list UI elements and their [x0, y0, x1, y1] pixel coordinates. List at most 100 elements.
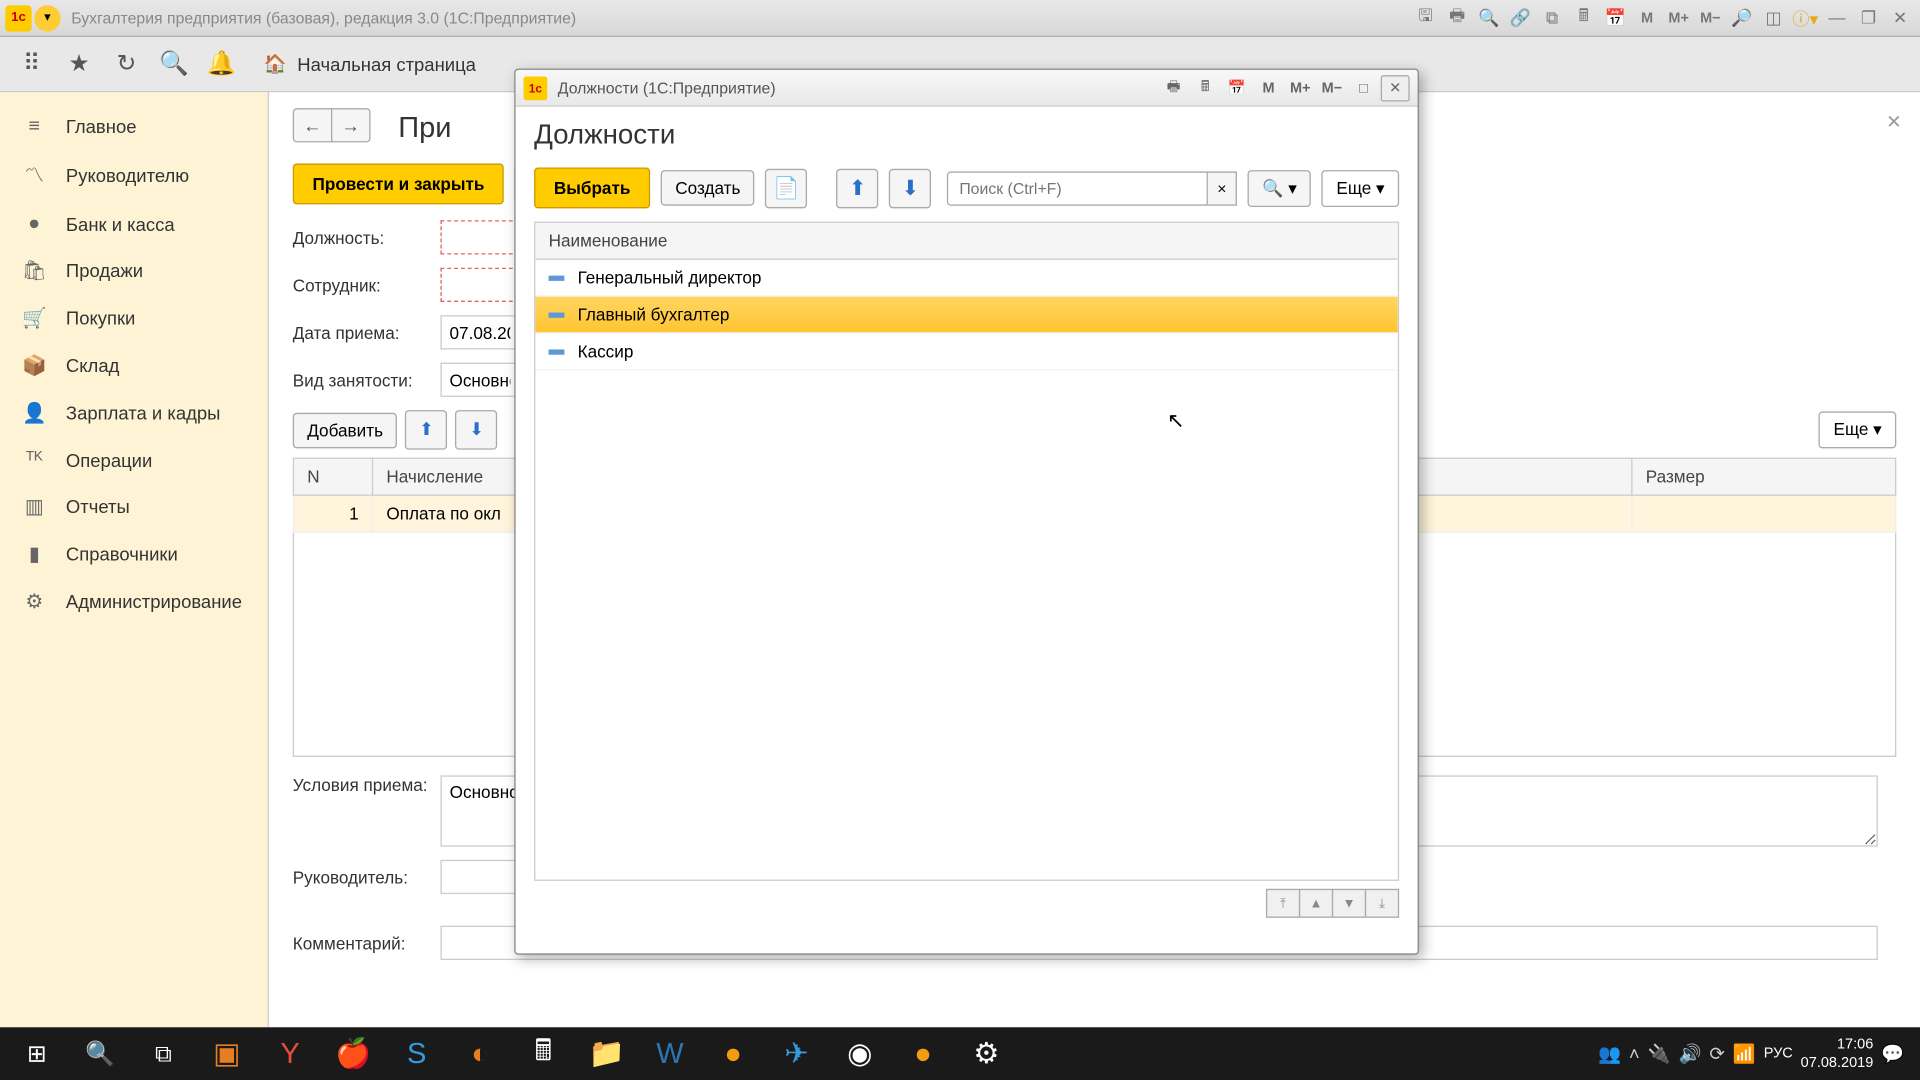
dialog-m[interactable]: M [1254, 75, 1283, 101]
apps-grid-icon[interactable]: ⠿ [11, 43, 53, 85]
employee-input[interactable] [440, 268, 519, 302]
sidebar-item-warehouse[interactable]: 📦Склад [0, 342, 268, 389]
add-button[interactable]: Добавить [293, 412, 398, 448]
list-item[interactable]: Главный бухгалтер [535, 297, 1397, 334]
dialog-calc-icon[interactable]: 🖩 [1191, 75, 1220, 101]
nav-forward-button[interactable]: → [331, 108, 371, 142]
search-input[interactable] [947, 171, 1208, 205]
start-button[interactable]: ⊞ [5, 1027, 68, 1080]
list-down-button[interactable]: ⬇ [889, 168, 931, 208]
dialog-close-icon[interactable]: ✕ [1381, 75, 1410, 101]
app-1c-orange-icon[interactable]: ● [702, 1027, 765, 1080]
save-icon[interactable]: 🖫 [1411, 3, 1440, 32]
close-tab-icon[interactable]: ✕ [1886, 111, 1901, 133]
app-chrome-icon[interactable]: ◉ [828, 1027, 891, 1080]
dialog-cal-icon[interactable]: 📅 [1222, 75, 1251, 101]
bars-icon: ▥ [21, 495, 47, 519]
save-close-button[interactable]: Провести и закрыть [293, 164, 504, 205]
nav-last-button[interactable]: ⤓ [1365, 889, 1399, 918]
search-clear-button[interactable]: × [1208, 171, 1237, 205]
app-firefox-icon[interactable]: ◐ [448, 1027, 511, 1080]
search-task-icon[interactable]: 🔍 [69, 1027, 132, 1080]
window-titlebar: 1c ▾ Бухгалтерия предприятия (базовая), … [0, 0, 1920, 37]
tray-wifi-icon[interactable]: 📶 [1733, 1042, 1756, 1064]
print-icon[interactable]: 🖶 [1443, 3, 1472, 32]
link-icon[interactable]: 🔗 [1506, 3, 1535, 32]
sidebar-item-reports[interactable]: ▥Отчеты [0, 483, 268, 530]
tray-notifications-icon[interactable]: 💬 [1881, 1042, 1904, 1064]
search-icon[interactable]: 🔍 [153, 43, 195, 85]
sidebar-item-sales[interactable]: 🛍Продажи [0, 247, 268, 294]
preview-icon[interactable]: 🔍 [1474, 3, 1503, 32]
tray-up-icon[interactable]: ˄ [1629, 1043, 1640, 1064]
nav-first-button[interactable]: ⤒ [1266, 889, 1300, 918]
sidebar-item-bank[interactable]: ●Банк и касса [0, 200, 268, 246]
calendar-icon[interactable]: 📅 [1601, 3, 1630, 32]
close-icon[interactable]: ✕ [1886, 3, 1915, 32]
tray-volume-icon[interactable]: 🔊 [1679, 1042, 1702, 1064]
minimize-icon[interactable]: — [1822, 3, 1851, 32]
tray-clock[interactable]: 17:06 07.08.2019 [1801, 1035, 1874, 1073]
favorite-icon[interactable]: ★ [58, 43, 100, 85]
tray-lang[interactable]: РУС [1764, 1046, 1793, 1062]
dialog-mplus[interactable]: M+ [1286, 75, 1315, 101]
calc-icon[interactable]: 🖩 [1569, 3, 1598, 32]
panels-icon[interactable]: ◫ [1759, 3, 1788, 32]
emptype-input[interactable] [440, 363, 519, 397]
select-button[interactable]: Выбрать [534, 167, 650, 208]
app-word-icon[interactable]: W [638, 1027, 701, 1080]
app-explorer-icon[interactable]: 📁 [575, 1027, 638, 1080]
positions-list: Наименование Генеральный директор Главны… [534, 222, 1399, 881]
maximize-icon[interactable]: ❐ [1854, 3, 1883, 32]
people-icon[interactable]: 👥 [1598, 1042, 1621, 1064]
date-input[interactable] [440, 315, 519, 349]
app-calc-icon[interactable]: 🖩 [512, 1027, 575, 1080]
copy-button[interactable]: 📄 [765, 168, 807, 208]
m-icon[interactable]: M [1633, 3, 1662, 32]
sidebar-item-operations[interactable]: ᵀᴷОперации [0, 436, 268, 482]
dialog-print-icon[interactable]: 🖶 [1159, 75, 1188, 101]
notifications-icon[interactable]: 🔔 [200, 43, 242, 85]
compare-icon[interactable]: ⧉ [1538, 3, 1567, 32]
app-telegram-icon[interactable]: ✈ [765, 1027, 828, 1080]
sidebar-item-manager[interactable]: 〽Руководителю [0, 149, 268, 200]
breadcrumb[interactable]: 🏠 Начальная страница [248, 53, 492, 75]
app-settings-icon[interactable]: ⚙ [955, 1027, 1018, 1080]
list-column-header[interactable]: Наименование [535, 223, 1397, 260]
dialog-more-button[interactable]: Еще ▾ [1322, 169, 1399, 206]
app-skype-icon[interactable]: S [385, 1027, 448, 1080]
nav-down-button[interactable]: ▼ [1332, 889, 1366, 918]
app-yandex-icon[interactable]: Y [258, 1027, 321, 1080]
move-up-button[interactable]: ⬆ [405, 410, 447, 450]
list-item[interactable]: Кассир [535, 334, 1397, 371]
search-go-button[interactable]: 🔍 ▾ [1248, 169, 1312, 206]
move-down-button[interactable]: ⬇ [456, 410, 498, 450]
dropdown-round-icon[interactable]: ▾ [34, 5, 60, 31]
app-tomato-icon[interactable]: 🍎 [322, 1027, 385, 1080]
list-up-button[interactable]: ⬆ [837, 168, 879, 208]
history-icon[interactable]: ↻ [105, 43, 147, 85]
zoom-icon[interactable]: 🔎 [1727, 3, 1756, 32]
mplus-icon[interactable]: M+ [1664, 3, 1693, 32]
tray-sync-icon[interactable]: ⟳ [1709, 1042, 1724, 1064]
manager-input[interactable] [440, 860, 519, 894]
taskview-icon[interactable]: ⧉ [132, 1027, 195, 1080]
nav-back-button[interactable]: ← [293, 108, 333, 142]
tray-power-icon[interactable]: 🔌 [1648, 1042, 1671, 1064]
more-button-table[interactable]: Еще ▾ [1819, 411, 1896, 448]
create-button[interactable]: Создать [661, 170, 755, 206]
app-powerpoint-icon[interactable]: ▣ [195, 1027, 258, 1080]
position-input[interactable] [440, 220, 519, 254]
mminus-icon[interactable]: M− [1696, 3, 1725, 32]
sidebar-item-hr[interactable]: 👤Зарплата и кадры [0, 389, 268, 436]
info-icon[interactable]: ⓘ▾ [1791, 3, 1820, 32]
app-1c-2-icon[interactable]: ● [891, 1027, 954, 1080]
sidebar-item-main[interactable]: ≡Главное [0, 103, 268, 149]
dialog-maximize-icon[interactable]: □ [1349, 75, 1378, 101]
nav-up-button[interactable]: ▲ [1299, 889, 1333, 918]
sidebar-item-admin[interactable]: ⚙Администрирование [0, 578, 268, 625]
sidebar-item-directories[interactable]: ▮Справочники [0, 530, 268, 577]
dialog-mminus[interactable]: M− [1317, 75, 1346, 101]
list-item[interactable]: Генеральный директор [535, 260, 1397, 297]
sidebar-item-purchases[interactable]: 🛒Покупки [0, 294, 268, 341]
